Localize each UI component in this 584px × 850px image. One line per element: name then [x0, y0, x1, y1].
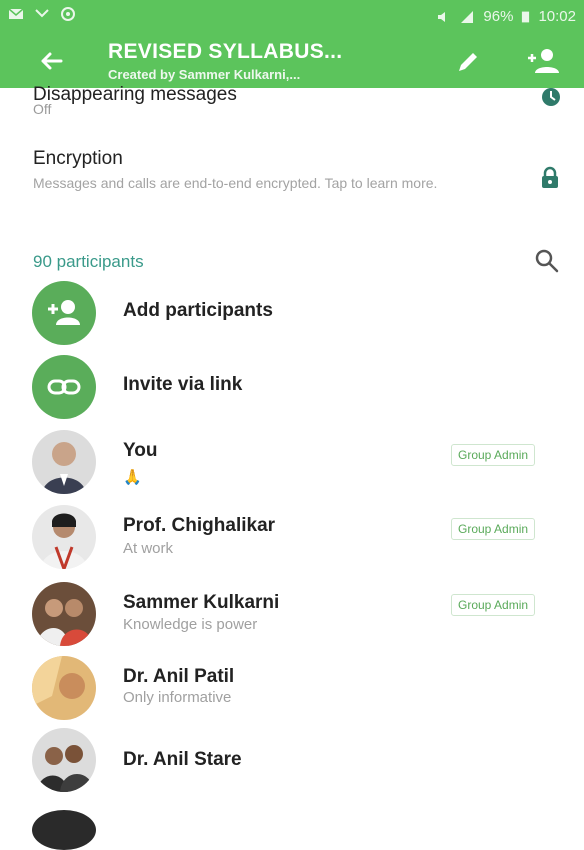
participant-name: You: [123, 440, 158, 461]
group-header[interactable]: REVISED SYLLABUS... Created by Sammer Ku…: [108, 40, 408, 82]
participant-row[interactable]: You 🙏 Group Admin: [0, 430, 584, 500]
back-arrow-icon[interactable]: [36, 46, 66, 76]
missed-call-icon: [35, 9, 49, 18]
avatar: [32, 810, 96, 850]
clock: 10:02: [538, 8, 576, 25]
group-admin-badge: Group Admin: [451, 444, 536, 466]
group-admin-badge: Group Admin: [451, 594, 536, 616]
invite-via-link-row[interactable]: Invite via link: [0, 352, 584, 422]
participant-status: 🙏: [123, 469, 142, 486]
add-person-icon: [48, 300, 80, 325]
mute-icon: [438, 11, 446, 22]
battery-icon: [522, 11, 530, 22]
lock-icon: [542, 166, 558, 188]
participant-row[interactable]: Dr. Anil Stare: [0, 728, 584, 798]
participant-name: Dr. Anil Stare: [123, 749, 242, 770]
encryption-title: Encryption: [33, 148, 123, 169]
battery-percent: 96%: [483, 8, 514, 25]
participants-count: 90 participants: [33, 252, 144, 271]
avatar: [32, 430, 96, 494]
search-icon[interactable]: [534, 248, 560, 274]
participant-status: At work: [123, 540, 174, 557]
avatar: [32, 728, 96, 792]
participant-status: Knowledge is power: [123, 616, 258, 633]
participant-row[interactable]: Dr. Anil Patil Only informative: [0, 656, 584, 726]
signal-icon: [461, 10, 474, 23]
encryption-row[interactable]: Encryption Messages and calls are end-to…: [0, 140, 584, 212]
status-bar: 96% 10:02: [0, 0, 584, 34]
status-left: [8, 7, 76, 21]
participant-name: Dr. Anil Patil: [123, 666, 235, 687]
disappearing-messages-title: Disappearing messages: [33, 84, 237, 105]
participant-name: Prof. Chighalikar: [123, 515, 276, 536]
participant-row[interactable]: Sammer Kulkarni Knowledge is power Group…: [0, 582, 584, 652]
avatar: [32, 656, 96, 720]
avatar: [32, 505, 96, 569]
participant-name: Sammer Kulkarni: [123, 592, 280, 613]
pencil-icon[interactable]: [454, 48, 482, 76]
message-icon: [8, 8, 24, 19]
participant-status: Only informative: [123, 689, 232, 706]
invite-link-circle: [32, 355, 96, 419]
status-right: 96% 10:02: [435, 8, 576, 25]
add-person-icon[interactable]: [524, 46, 560, 76]
avatar: [32, 582, 96, 646]
encryption-description: Messages and calls are end-to-end encryp…: [33, 175, 438, 191]
add-participants-circle: [32, 281, 96, 345]
timer-icon: [542, 88, 560, 106]
disappearing-messages-value: Off: [33, 101, 52, 117]
group-title: REVISED SYLLABUS...: [108, 40, 343, 63]
add-participants-label: Add participants: [123, 300, 273, 321]
participant-row[interactable]: Prof. Chighalikar At work Group Admin: [0, 505, 584, 575]
group-admin-badge: Group Admin: [451, 518, 536, 540]
disappearing-messages-row[interactable]: Disappearing messages Off: [0, 80, 584, 124]
invite-via-link-label: Invite via link: [123, 374, 243, 395]
add-participants-row[interactable]: Add participants: [0, 278, 584, 348]
vpn-icon: [61, 7, 75, 21]
link-icon: [47, 379, 81, 395]
